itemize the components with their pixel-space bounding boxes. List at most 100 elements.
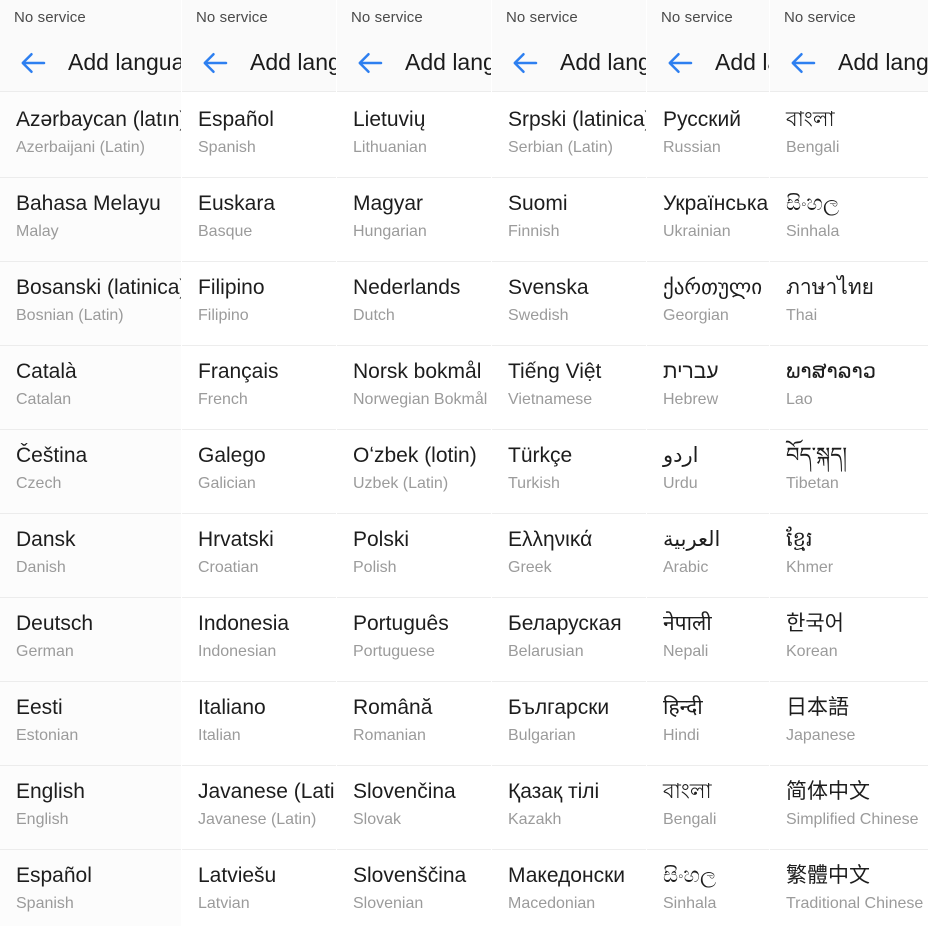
back-button[interactable]: [14, 43, 54, 83]
language-list-item[interactable]: བོད་སྐད། Tibetan: [770, 430, 928, 514]
language-native-name: Slovenščina: [353, 864, 467, 887]
language-list-item[interactable]: Lietuvių Lithuanian: [337, 94, 491, 178]
back-button[interactable]: [784, 43, 824, 83]
back-button[interactable]: [506, 43, 546, 83]
language-native-name: Lietuvių: [353, 108, 426, 131]
back-button[interactable]: [661, 43, 701, 83]
language-list-item[interactable]: Қазақ тілі Kazakh: [492, 766, 646, 850]
language-list-item[interactable]: اردو Urdu: [647, 430, 769, 514]
language-list-item[interactable]: Italiano Italian: [182, 682, 336, 766]
screen-viewport: No service Add language Español Spanish Eusk…: [182, 0, 337, 926]
page-title: Add language: [68, 49, 182, 75]
page-title: Add language: [715, 49, 769, 75]
language-list-item[interactable]: 简体中文 Simplified Chinese: [770, 766, 928, 850]
carrier-status-label: No service: [784, 8, 856, 26]
language-list-item[interactable]: Polski Polish: [337, 514, 491, 598]
language-list-item[interactable]: Indonesia Indonesian: [182, 598, 336, 682]
language-list-item[interactable]: 日本語 Japanese: [770, 682, 928, 766]
language-english-name: Japanese: [786, 726, 856, 744]
arrow-left-icon: [789, 48, 819, 78]
status-bar: No service: [182, 0, 336, 34]
language-list-item[interactable]: Nederlands Dutch: [337, 262, 491, 346]
language-english-name: Bulgarian: [508, 726, 576, 744]
language-native-name: 简体中文: [786, 780, 870, 803]
language-list-item[interactable]: Ελληνικά Greek: [492, 514, 646, 598]
language-list-item[interactable]: Filipino Filipino: [182, 262, 336, 346]
language-list-item[interactable]: Galego Galician: [182, 430, 336, 514]
status-bar: No service: [770, 0, 928, 34]
language-list-item[interactable]: Azərbaycan (latın) Azerbaijani (Latin): [0, 94, 181, 178]
language-list-item[interactable]: Русский Russian: [647, 94, 769, 178]
language-english-name: Korean: [786, 642, 838, 660]
screen-viewport: No service Add language Azərbaycan (latın)…: [0, 0, 182, 926]
language-list-item[interactable]: Slovenčina Slovak: [337, 766, 491, 850]
back-button[interactable]: [351, 43, 391, 83]
language-list[interactable]: Русский Russian Українська Ukrainian ქართული…: [647, 92, 769, 926]
language-list-item[interactable]: Javanese (Latin) Javanese (Latin): [182, 766, 336, 850]
language-list-item[interactable]: Македонски Macedonian: [492, 850, 646, 926]
language-list-item[interactable]: සිංහල Sinhala: [647, 850, 769, 926]
screenshot-strip: No service Add language Azərbaycan (latın)…: [0, 0, 929, 926]
language-list-item[interactable]: Bosanski (latinica) Bosnian (Latin): [0, 262, 181, 346]
language-list-item[interactable]: नेपाली Nepali: [647, 598, 769, 682]
language-list-item[interactable]: Norsk bokmål Norwegian Bokmål: [337, 346, 491, 430]
language-list-item[interactable]: Srpski (latinica) Serbian (Latin): [492, 94, 646, 178]
language-english-name: Polish: [353, 558, 397, 576]
language-list-item[interactable]: العربية Arabic: [647, 514, 769, 598]
back-button[interactable]: [196, 43, 236, 83]
language-list-item[interactable]: Українська Ukrainian: [647, 178, 769, 262]
language-list-item[interactable]: ქართული Georgian: [647, 262, 769, 346]
page-title: Add language: [250, 49, 337, 75]
language-list-item[interactable]: Български Bulgarian: [492, 682, 646, 766]
language-list-item[interactable]: Português Portuguese: [337, 598, 491, 682]
language-list-item[interactable]: Tiếng Việt Vietnamese: [492, 346, 646, 430]
language-list-item[interactable]: ខ្មែរ Khmer: [770, 514, 928, 598]
language-list-item[interactable]: Türkçe Turkish: [492, 430, 646, 514]
language-list-item[interactable]: Hrvatski Croatian: [182, 514, 336, 598]
language-list-item[interactable]: Español Spanish: [0, 850, 181, 926]
language-list-item[interactable]: Euskara Basque: [182, 178, 336, 262]
language-list-item[interactable]: Català Catalan: [0, 346, 181, 430]
language-native-name: සිංහල: [663, 864, 716, 887]
language-list-item[interactable]: Română Romanian: [337, 682, 491, 766]
language-list-item[interactable]: සිංහල Sinhala: [770, 178, 928, 262]
language-list-item[interactable]: Magyar Hungarian: [337, 178, 491, 262]
language-list-item[interactable]: Español Spanish: [182, 94, 336, 178]
language-list-item[interactable]: Беларуская Belarusian: [492, 598, 646, 682]
language-native-name: Norsk bokmål: [353, 360, 482, 383]
language-list-item[interactable]: Latviešu Latvian: [182, 850, 336, 926]
language-list-item[interactable]: বাংলা Bengali: [770, 94, 928, 178]
language-list[interactable]: Srpski (latinica) Serbian (Latin) Suomi Fin…: [492, 92, 646, 926]
language-english-name: Nepali: [663, 642, 709, 660]
language-english-name: English: [16, 810, 69, 828]
language-list-item[interactable]: हिन्दी Hindi: [647, 682, 769, 766]
language-list-item[interactable]: ພາສາລາວ Lao: [770, 346, 928, 430]
language-list-item[interactable]: Svenska Swedish: [492, 262, 646, 346]
language-list-item[interactable]: বাংলা Bengali: [647, 766, 769, 850]
language-list-item[interactable]: Deutsch German: [0, 598, 181, 682]
language-list-item[interactable]: Suomi Finnish: [492, 178, 646, 262]
language-list[interactable]: Lietuvių Lithuanian Magyar Hungarian Nederla…: [337, 92, 491, 926]
language-list[interactable]: Azərbaycan (latın) Azerbaijani (Latin) Bah…: [0, 92, 181, 926]
language-english-name: Vietnamese: [508, 390, 593, 408]
language-list-item[interactable]: Čeština Czech: [0, 430, 181, 514]
language-list-item[interactable]: Eesti Estonian: [0, 682, 181, 766]
language-list-item[interactable]: Bahasa Melayu Malay: [0, 178, 181, 262]
language-native-name: Suomi: [508, 192, 568, 215]
language-native-name: Indonesia: [198, 612, 290, 635]
language-list-item[interactable]: Oʻzbek (lotin) Uzbek (Latin): [337, 430, 491, 514]
language-list-item[interactable]: Dansk Danish: [0, 514, 181, 598]
language-list[interactable]: বাংলা Bengali සිංහල Sinhala ภาษาไทย Thai ພາສາລ…: [770, 92, 928, 926]
language-list-item[interactable]: English English: [0, 766, 181, 850]
language-english-name: Estonian: [16, 726, 79, 744]
language-list-item[interactable]: Français French: [182, 346, 336, 430]
language-english-name: Urdu: [663, 474, 698, 492]
language-list-item[interactable]: עברית Hebrew: [647, 346, 769, 430]
language-english-name: Lithuanian: [353, 138, 427, 156]
language-english-name: Simplified Chinese: [786, 810, 919, 828]
language-list-item[interactable]: ภาษาไทย Thai: [770, 262, 928, 346]
language-list-item[interactable]: 繁體中文 Traditional Chinese: [770, 850, 928, 926]
language-list-item[interactable]: 한국어 Korean: [770, 598, 928, 682]
language-list[interactable]: Español Spanish Euskara Basque Filipino Filip…: [182, 92, 336, 926]
language-list-item[interactable]: Slovenščina Slovenian: [337, 850, 491, 926]
